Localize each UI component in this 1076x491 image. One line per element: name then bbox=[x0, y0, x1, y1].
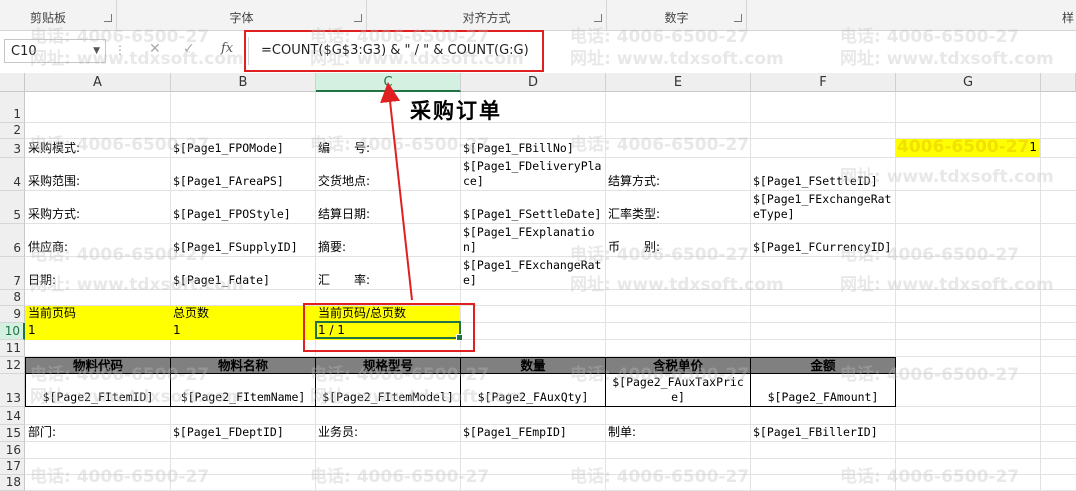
annotation-arrow-line bbox=[380, 82, 413, 301]
annotation-arrow bbox=[380, 82, 413, 301]
